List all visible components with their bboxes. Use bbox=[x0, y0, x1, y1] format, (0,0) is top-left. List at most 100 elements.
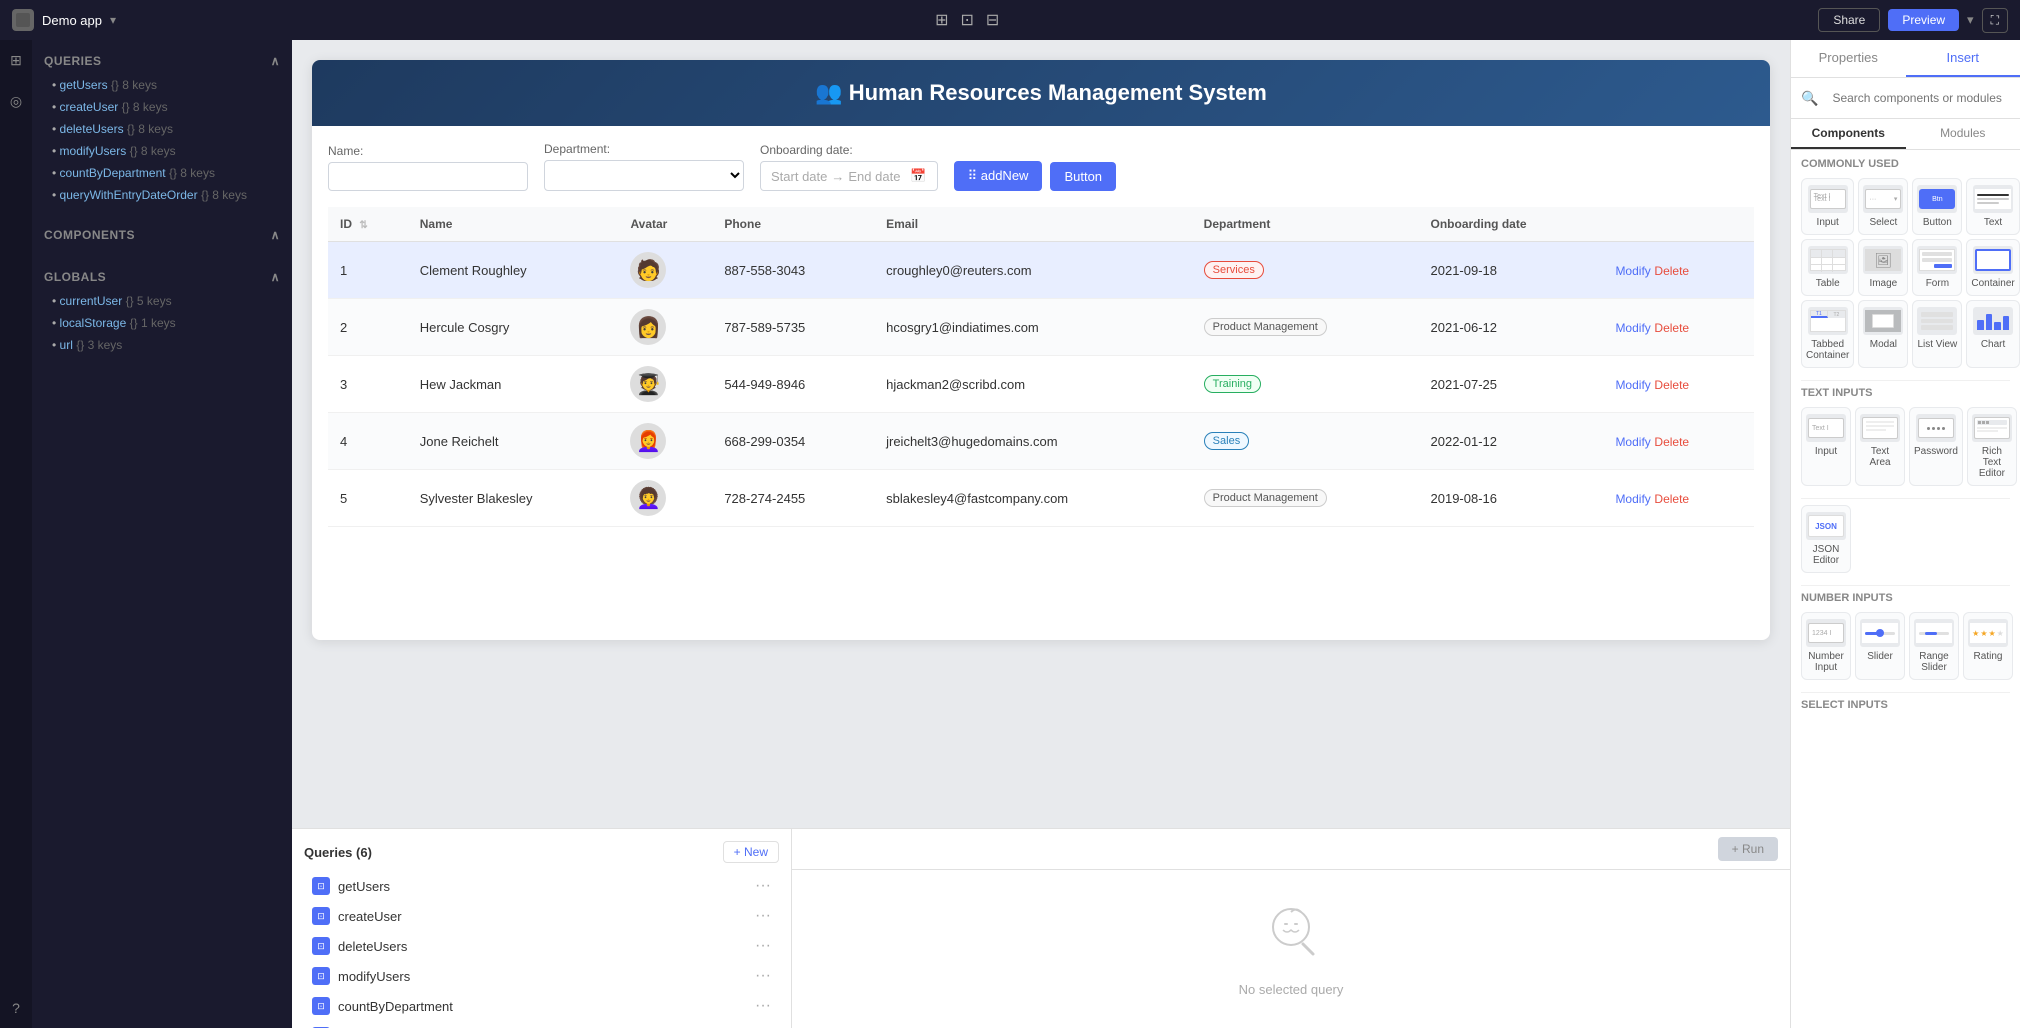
avatar: 👩 bbox=[630, 309, 666, 345]
component-slider[interactable]: Slider bbox=[1855, 612, 1905, 680]
sidebar-item-createuser[interactable]: • createUser {} 8 keys bbox=[44, 96, 280, 118]
rating-preview: ★ ★ ★ ★ bbox=[1968, 619, 2008, 647]
layout-icon-2[interactable]: ⊡ bbox=[960, 10, 973, 30]
queries-section-header[interactable]: Queries ∧ bbox=[44, 48, 280, 74]
component-range-slider[interactable]: Range Slider bbox=[1909, 612, 1959, 680]
sidebar-item-countbydept[interactable]: • countByDepartment {} 8 keys bbox=[44, 162, 280, 184]
date-range-picker[interactable]: Start date → End date 📅 bbox=[760, 161, 938, 191]
component-number-input[interactable]: 1234 I Number Input bbox=[1801, 612, 1851, 680]
globals-collapse-icon[interactable]: ∧ bbox=[271, 270, 280, 284]
tab-insert[interactable]: Insert bbox=[1906, 40, 2020, 77]
input-label: Input bbox=[1817, 217, 1839, 228]
components-collapse-icon[interactable]: ∧ bbox=[271, 228, 280, 242]
component-rte[interactable]: Rich Text Editor bbox=[1967, 407, 2017, 486]
main-button[interactable]: Button bbox=[1050, 162, 1116, 191]
table-row[interactable]: 5 Sylvester Blakesley 👩‍🦱 728-274-2455 s… bbox=[328, 470, 1754, 527]
component-input[interactable]: Text I Input bbox=[1801, 178, 1854, 235]
sidebar-item-querywithentry[interactable]: • queryWithEntryDateOrder {} 8 keys bbox=[44, 184, 280, 206]
query-item[interactable]: ⊡ queryWithEntryDateOrder ··· bbox=[304, 1021, 779, 1028]
input-preview: Text I bbox=[1808, 185, 1848, 213]
expand-button[interactable]: ⛶ bbox=[1982, 8, 2008, 33]
onboarding-label: Onboarding date: bbox=[760, 143, 938, 157]
dept-tag: Training bbox=[1204, 375, 1261, 393]
component-input-text[interactable]: Text I Input bbox=[1801, 407, 1851, 486]
query-item[interactable]: ⊡ deleteUsers ··· bbox=[304, 931, 779, 961]
query-item-left: ⊡ createUser bbox=[312, 907, 402, 925]
cell-id: 5 bbox=[328, 470, 408, 527]
modify-link[interactable]: Modify bbox=[1615, 435, 1650, 449]
sidebar-item-getusers[interactable]: • getUsers {} 8 keys bbox=[44, 74, 280, 96]
component-modal[interactable]: Modal bbox=[1858, 300, 1908, 368]
run-button[interactable]: + Run bbox=[1718, 837, 1778, 861]
table-row[interactable]: 1 Clement Roughley 🧑 887-558-3043 crough… bbox=[328, 242, 1754, 299]
table-row[interactable]: 4 Jone Reichelt 👩‍🦰 668-299-0354 jreiche… bbox=[328, 413, 1754, 470]
component-rating[interactable]: ★ ★ ★ ★ Rating bbox=[1963, 612, 2013, 680]
sidebar-item-url[interactable]: • url {} 3 keys bbox=[44, 334, 280, 356]
component-text[interactable]: Text bbox=[1966, 178, 2019, 235]
app-dropdown-icon[interactable]: ▾ bbox=[110, 13, 116, 27]
query-dots-menu[interactable]: ··· bbox=[755, 937, 771, 955]
sidebar-item-deleteusers[interactable]: • deleteUsers {} 8 keys bbox=[44, 118, 280, 140]
delete-link[interactable]: Delete bbox=[1654, 321, 1689, 335]
globals-section-header[interactable]: Globals ∧ bbox=[44, 264, 280, 290]
tab-components-type[interactable]: Components bbox=[1791, 119, 1906, 149]
query-dots-menu[interactable]: ··· bbox=[755, 997, 771, 1015]
delete-link[interactable]: Delete bbox=[1654, 435, 1689, 449]
queries-collapse-icon[interactable]: ∧ bbox=[271, 54, 280, 68]
canvas-area: 👥 Human Resources Management System Name… bbox=[292, 40, 1790, 1028]
component-json-editor[interactable]: JSON JSON Editor bbox=[1801, 505, 1851, 573]
modify-link[interactable]: Modify bbox=[1615, 492, 1650, 506]
sidebar-item-modifyusers[interactable]: • modifyUsers {} 8 keys bbox=[44, 140, 280, 162]
modify-link[interactable]: Modify bbox=[1615, 378, 1650, 392]
component-form[interactable]: Form bbox=[1912, 239, 1962, 296]
tab-properties[interactable]: Properties bbox=[1791, 40, 1906, 77]
component-select[interactable]: ···▾ Select bbox=[1858, 178, 1908, 235]
layout-icon-3[interactable]: ⊟ bbox=[986, 10, 999, 30]
new-query-button[interactable]: + New bbox=[723, 841, 779, 863]
sort-icon-id[interactable]: ⇅ bbox=[359, 220, 367, 231]
component-chart[interactable]: Chart bbox=[1966, 300, 2019, 368]
query-dots-menu[interactable]: ··· bbox=[755, 967, 771, 985]
query-item[interactable]: ⊡ getUsers ··· bbox=[304, 871, 779, 901]
delete-link[interactable]: Delete bbox=[1654, 492, 1689, 506]
layout-icon-1[interactable]: ⊞ bbox=[935, 10, 948, 30]
cell-actions: Modify Delete bbox=[1603, 299, 1754, 356]
avatar: 🧑 bbox=[630, 252, 666, 288]
preview-button[interactable]: Preview bbox=[1888, 9, 1959, 31]
circle-icon[interactable]: ◎ bbox=[6, 89, 26, 114]
department-select[interactable] bbox=[544, 160, 744, 191]
modify-link[interactable]: Modify bbox=[1615, 264, 1650, 278]
component-listview[interactable]: List View bbox=[1912, 300, 1962, 368]
number-input-preview: 1234 I bbox=[1806, 619, 1846, 647]
delete-link[interactable]: Delete bbox=[1654, 378, 1689, 392]
component-tabbed-container[interactable]: T1 T2 Tabbed Container bbox=[1801, 300, 1854, 368]
component-password[interactable]: Password bbox=[1909, 407, 1963, 486]
delete-link[interactable]: Delete bbox=[1654, 264, 1689, 278]
query-item[interactable]: ⊡ countByDepartment ··· bbox=[304, 991, 779, 1021]
query-dots-menu[interactable]: ··· bbox=[755, 877, 771, 895]
component-container[interactable]: Container bbox=[1966, 239, 2019, 296]
name-input[interactable] bbox=[328, 162, 528, 191]
sidebar-item-localstorage[interactable]: • localStorage {} 1 keys bbox=[44, 312, 280, 334]
component-table[interactable]: Table bbox=[1801, 239, 1854, 296]
department-filter-group: Department: bbox=[544, 142, 744, 191]
topbar-left: Demo app ▾ bbox=[12, 9, 116, 31]
sidebar-item-currentuser[interactable]: • currentUser {} 5 keys bbox=[44, 290, 280, 312]
query-item[interactable]: ⊡ modifyUsers ··· bbox=[304, 961, 779, 991]
share-button[interactable]: Share bbox=[1818, 8, 1880, 32]
addnew-button[interactable]: ⠿ addNew bbox=[954, 161, 1043, 191]
preview-dropdown-icon[interactable]: ▾ bbox=[1967, 12, 1974, 28]
grid-icon[interactable]: ⊞ bbox=[6, 48, 26, 73]
tab-modules-type[interactable]: Modules bbox=[1906, 119, 2020, 149]
table-row[interactable]: 2 Hercule Cosgry 👩 787-589-5735 hcosgry1… bbox=[328, 299, 1754, 356]
component-button[interactable]: Btn Button bbox=[1912, 178, 1962, 235]
query-item[interactable]: ⊡ createUser ··· bbox=[304, 901, 779, 931]
component-textarea[interactable]: Text Area bbox=[1855, 407, 1905, 486]
help-icon[interactable]: ? bbox=[8, 996, 24, 1020]
search-components-input[interactable] bbox=[1824, 86, 2010, 110]
component-image[interactable]: 🖼 Image bbox=[1858, 239, 1908, 296]
components-section-header[interactable]: Components ∧ bbox=[44, 222, 280, 248]
modify-link[interactable]: Modify bbox=[1615, 321, 1650, 335]
query-dots-menu[interactable]: ··· bbox=[755, 907, 771, 925]
table-row[interactable]: 3 Hew Jackman 🧑‍🎓 544-949-8946 hjackman2… bbox=[328, 356, 1754, 413]
